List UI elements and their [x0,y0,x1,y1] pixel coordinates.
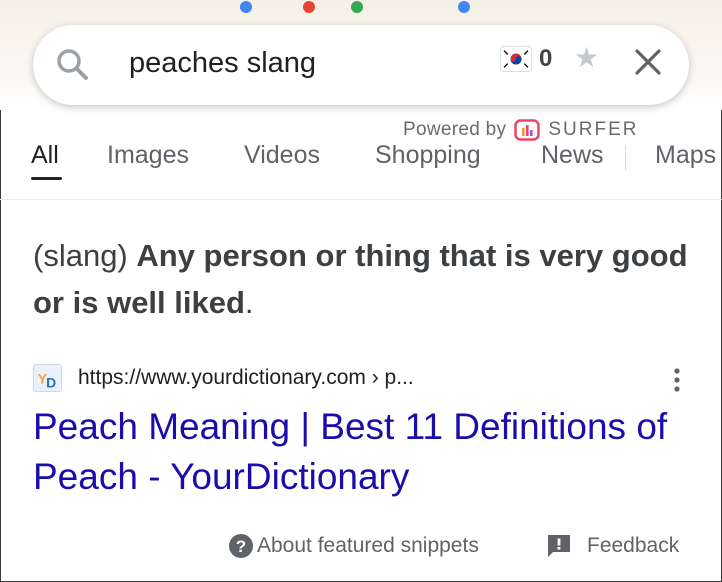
korea-flag-icon[interactable] [500,46,532,72]
doodle-dot-blue [240,1,252,13]
svg-text:D: D [46,374,56,390]
doodle-dot-red [303,1,315,13]
tab-news[interactable]: News [541,141,604,170]
star-icon[interactable]: ★ [574,41,599,74]
tab-separator [625,145,626,171]
feedback-button[interactable]: Feedback [546,533,679,559]
counter-badge: 0 [539,45,553,72]
feedback-icon [548,535,570,557]
doodle-dot-blue-2 [458,1,470,13]
yourdictionary-favicon-icon: Y D [33,364,62,392]
tab-images[interactable]: Images [107,141,189,170]
close-icon[interactable] [633,47,663,77]
snippet-suffix: . [244,285,254,320]
snippet-prefix: (slang) [33,238,137,273]
surfer-brand-label: SURFER [548,119,639,140]
result-title-link[interactable]: Peach Meaning | Best 11 Definitions of P… [33,402,703,502]
feedback-label: Feedback [587,534,680,557]
about-featured-snippets-link[interactable]: ? About featured snippets [228,533,479,559]
source-url[interactable]: https://www.yourdictionary.com › p... [78,366,414,390]
search-input[interactable]: peaches slang [129,47,316,80]
svg-text:?: ? [236,537,246,556]
about-label: About featured snippets [257,534,479,557]
tab-shopping[interactable]: Shopping [375,141,481,170]
search-bar[interactable]: peaches slang 0 ★ [33,25,689,105]
more-options-icon[interactable] [670,366,684,394]
surfer-logo-icon [514,119,541,141]
featured-snippet-answer: (slang) Any person or thing that is very… [33,232,693,326]
search-icon[interactable] [55,47,91,83]
help-icon: ? [229,534,253,558]
tabs-divider [0,199,722,200]
tab-maps[interactable]: Maps [655,141,722,170]
powered-by-label: Powered by [403,119,507,140]
doodle-dot-green [351,1,363,13]
tab-videos[interactable]: Videos [244,141,320,170]
powered-by-surfer[interactable]: Powered by SURFER [403,119,638,141]
tab-all[interactable]: All [31,141,59,170]
active-tab-indicator [31,177,62,180]
